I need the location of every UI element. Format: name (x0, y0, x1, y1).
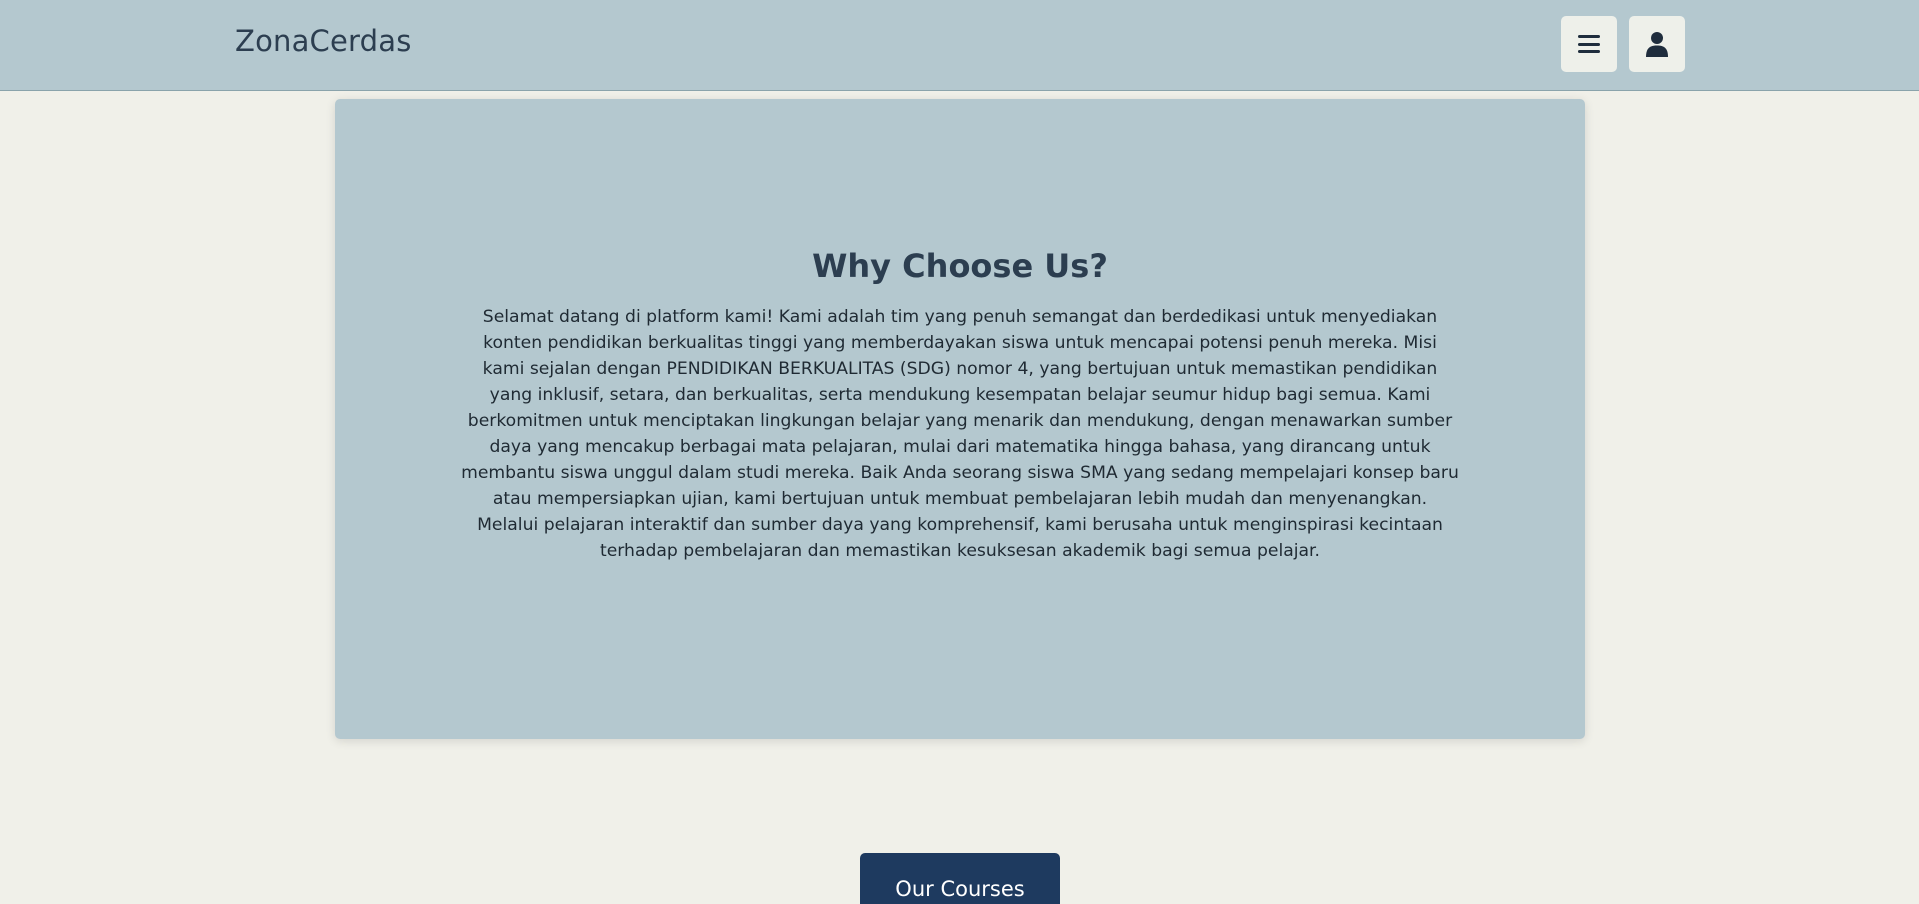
section-title: Why Choose Us? (812, 247, 1108, 285)
section-description: Selamat datang di platform kami! Kami ad… (461, 307, 1459, 561)
menu-toggle-button[interactable] (1561, 16, 1617, 72)
why-choose-us-card: Why Choose Us? Selamat datang di platfor… (335, 99, 1585, 739)
user-icon (1646, 31, 1668, 57)
navbar: ZonaCerdas (0, 0, 1919, 91)
our-courses-button[interactable]: Our Courses (860, 853, 1060, 904)
user-account-button[interactable] (1629, 16, 1685, 72)
hamburger-menu-icon (1578, 35, 1600, 53)
brand-logo-link[interactable]: ZonaCerdas (235, 24, 412, 58)
